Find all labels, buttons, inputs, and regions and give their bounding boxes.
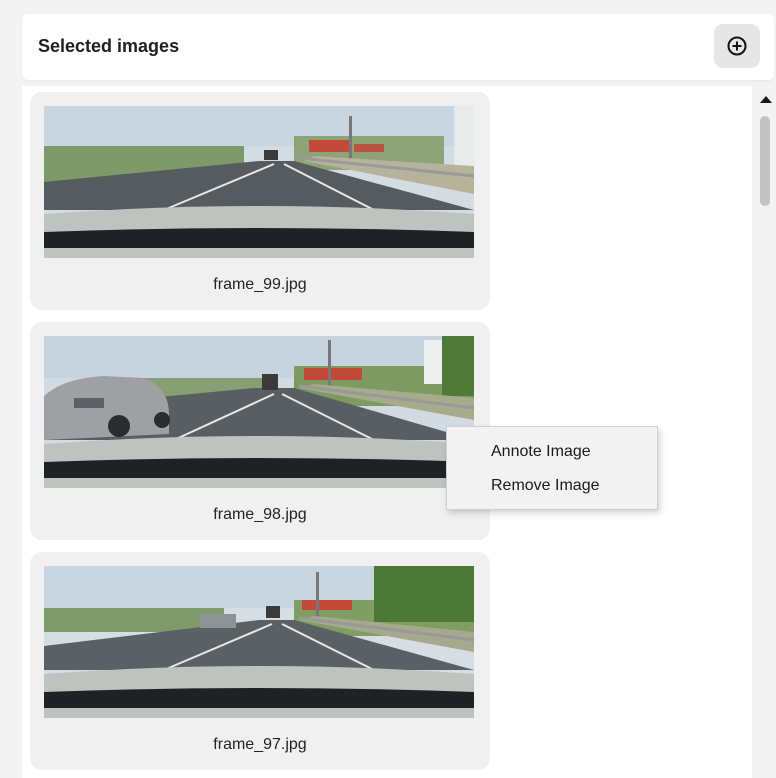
panel-header: Selected images — [22, 14, 774, 80]
image-thumbnail — [44, 566, 474, 718]
context-menu: Annote Image Remove Image — [446, 426, 658, 510]
image-thumbnail — [44, 336, 474, 488]
menu-item-remove-image[interactable]: Remove Image — [491, 477, 600, 495]
image-card[interactable]: frame_99.jpg — [30, 92, 490, 310]
image-caption: frame_98.jpg — [213, 506, 307, 523]
selected-images-panel: Selected images frame_99.jpg frame_98.jp… — [0, 0, 776, 778]
menu-item-annotate-image[interactable]: Annote Image — [491, 443, 591, 461]
vertical-scrollbar[interactable] — [754, 86, 776, 778]
image-caption: frame_97.jpg — [213, 736, 307, 753]
panel-title: Selected images — [38, 36, 180, 56]
image-thumbnail — [44, 106, 474, 258]
image-caption: frame_99.jpg — [213, 276, 307, 293]
plus-circle-icon — [727, 36, 747, 56]
add-image-button[interactable] — [714, 24, 760, 68]
scroll-thumb[interactable] — [760, 116, 770, 206]
scroll-up-arrow-icon[interactable] — [760, 96, 772, 103]
image-card[interactable]: frame_98.jpg — [30, 322, 490, 540]
image-card[interactable]: frame_97.jpg — [30, 552, 490, 770]
